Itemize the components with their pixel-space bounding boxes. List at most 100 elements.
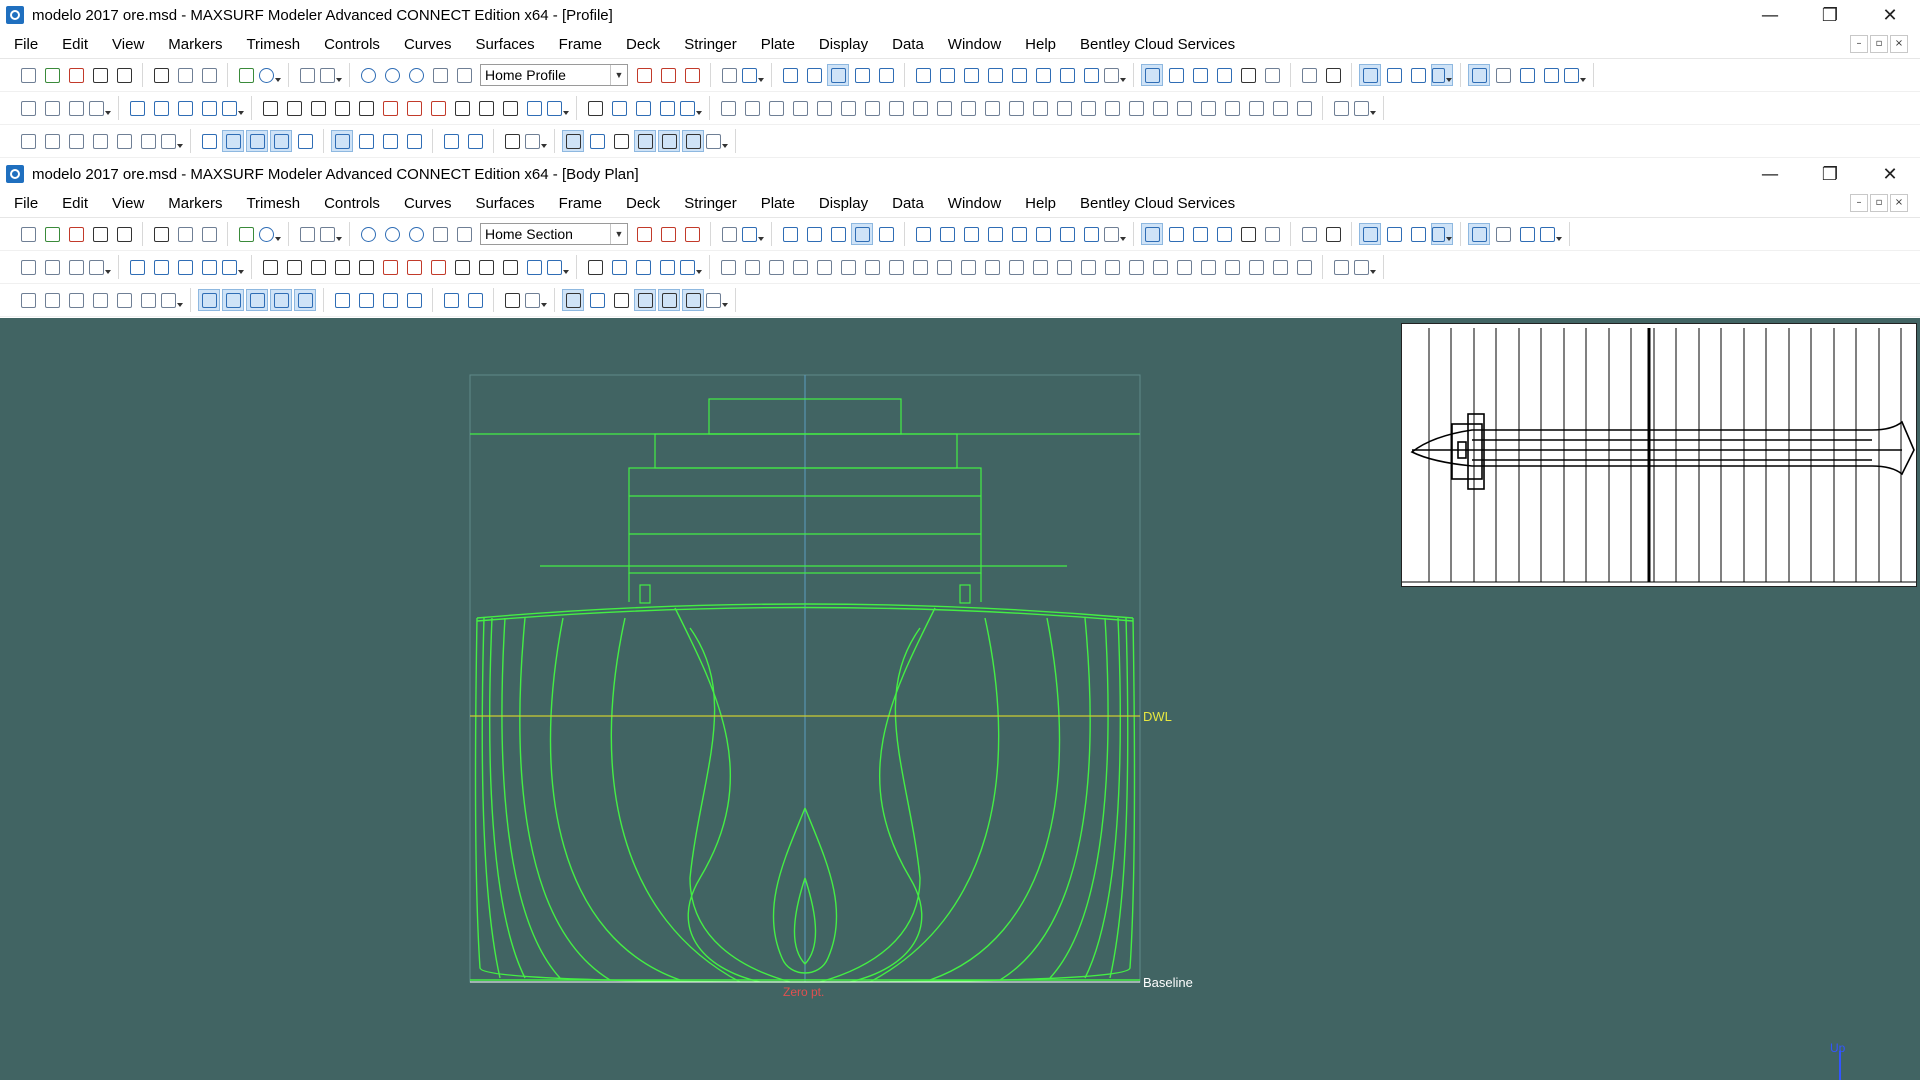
home-view-icon[interactable] [681,223,703,245]
compact-icon[interactable] [547,97,569,119]
marker-add-icon[interactable] [717,97,739,119]
split-icon[interactable] [427,256,449,278]
tile-icon[interactable] [1516,223,1538,245]
design-grid-icon[interactable] [875,223,897,245]
print-icon[interactable] [235,223,257,245]
measure-icon[interactable] [1221,256,1243,278]
layer-shield-icon[interactable] [658,289,680,311]
menu-curves[interactable]: Curves [392,195,464,212]
stern-icon[interactable] [957,97,979,119]
surface-copy-icon[interactable] [632,256,654,278]
help-icon[interactable] [259,64,281,86]
add-file-icon[interactable] [41,223,63,245]
arrange-icon[interactable] [1540,223,1562,245]
waterlines-icon[interactable] [984,64,1006,86]
net-icon[interactable] [1141,223,1163,245]
surface-flip-icon[interactable] [656,97,678,119]
mdi-restore-button[interactable]: ▫ [1870,35,1888,53]
snap-grid-icon[interactable] [1383,223,1405,245]
rotate-icon[interactable] [453,64,475,86]
center-icon[interactable] [1197,256,1219,278]
menu-bentley-cloud[interactable]: Bentley Cloud Services [1068,36,1247,53]
menu-trimesh[interactable]: Trimesh [234,195,312,212]
plan-view-drawing[interactable] [1402,324,1916,586]
set-home-icon[interactable] [657,223,679,245]
layout-icon[interactable] [1492,223,1514,245]
layer-shape-icon[interactable] [682,130,704,152]
copy-icon[interactable] [174,223,196,245]
center-icon[interactable] [1197,97,1219,119]
deck-icon[interactable] [1005,97,1027,119]
volume-icon[interactable] [1269,97,1291,119]
maximize-button[interactable]: ❐ [1800,164,1860,185]
body-plan-canvas[interactable]: DWL Baseline Zero pt. Up [0,318,1920,1080]
weight-icon[interactable] [1173,97,1195,119]
hatch-icon[interactable] [1077,97,1099,119]
buttocks-icon[interactable] [1008,223,1030,245]
design-grid-icon[interactable] [875,64,897,86]
zoom-in-icon[interactable] [357,64,379,86]
shade-icon[interactable] [742,64,764,86]
bulkhead-icon[interactable] [1053,97,1075,119]
sheer-icon[interactable] [861,256,883,278]
snap-grid-icon[interactable] [1383,64,1405,86]
new-file-icon[interactable] [17,223,39,245]
frame-section-icon[interactable] [331,289,353,311]
perspective-view-icon[interactable] [779,64,801,86]
minimize-button[interactable]: — [1740,5,1800,26]
diagonals-icon[interactable] [1032,64,1054,86]
close-button[interactable]: ✕ [1860,5,1920,26]
layer-line-icon[interactable] [634,130,656,152]
stringer-offset-icon[interactable] [89,289,111,311]
plate-select-icon[interactable] [294,289,316,311]
paste-surface-icon[interactable] [331,256,353,278]
arrange-icon[interactable] [1564,64,1586,86]
snap-icon[interactable] [1359,64,1381,86]
curvature-icon[interactable] [936,64,958,86]
plate-expand-icon[interactable] [246,289,268,311]
menu-help[interactable]: Help [1013,195,1068,212]
transom-icon[interactable] [981,256,1003,278]
plate-add-icon[interactable] [198,130,220,152]
plate-develop-icon[interactable] [222,130,244,152]
plate-shell-icon[interactable] [270,289,292,311]
menu-plate[interactable]: Plate [749,195,807,212]
plate-icon[interactable] [1189,223,1211,245]
frame-offset-icon[interactable] [403,130,425,152]
angle-icon[interactable] [1261,223,1283,245]
table-icon[interactable] [1322,64,1344,86]
menu-trimesh[interactable]: Trimesh [234,36,312,53]
redo-icon[interactable] [320,64,342,86]
bulkhead-icon[interactable] [1053,256,1075,278]
edge-icon[interactable] [1165,64,1187,86]
menu-deck[interactable]: Deck [614,36,672,53]
stringer-offset-icon[interactable] [89,130,111,152]
bow-icon[interactable] [933,256,955,278]
view-combo[interactable]: Home Profile ▼ [480,64,628,86]
render-icon[interactable] [718,64,740,86]
data-sheet-icon[interactable] [1298,64,1320,86]
join-icon[interactable] [451,256,473,278]
pointer-icon[interactable] [1237,64,1259,86]
zoom-out-icon[interactable] [381,64,403,86]
angle-icon[interactable] [1261,64,1283,86]
snap-point-icon[interactable] [1431,223,1453,245]
surface-move-icon[interactable] [584,97,606,119]
layer-shape-icon[interactable] [682,289,704,311]
paste-surface-icon[interactable] [331,97,353,119]
outline-icon[interactable] [1080,64,1102,86]
plan-view-inset[interactable] [1401,323,1917,587]
draw-icon[interactable] [259,256,281,278]
eraser-icon[interactable] [41,256,63,278]
compact-icon[interactable] [547,256,569,278]
menu-data[interactable]: Data [880,36,936,53]
layer-edge-icon[interactable] [586,289,608,311]
menu-edit[interactable]: Edit [50,195,100,212]
undo-icon[interactable] [296,64,318,86]
redo-icon[interactable] [320,223,342,245]
hatch-icon[interactable] [1077,256,1099,278]
mirror-icon[interactable] [174,97,196,119]
options-icon[interactable] [1330,97,1352,119]
cable-icon[interactable] [1149,256,1171,278]
sections-icon[interactable] [960,223,982,245]
